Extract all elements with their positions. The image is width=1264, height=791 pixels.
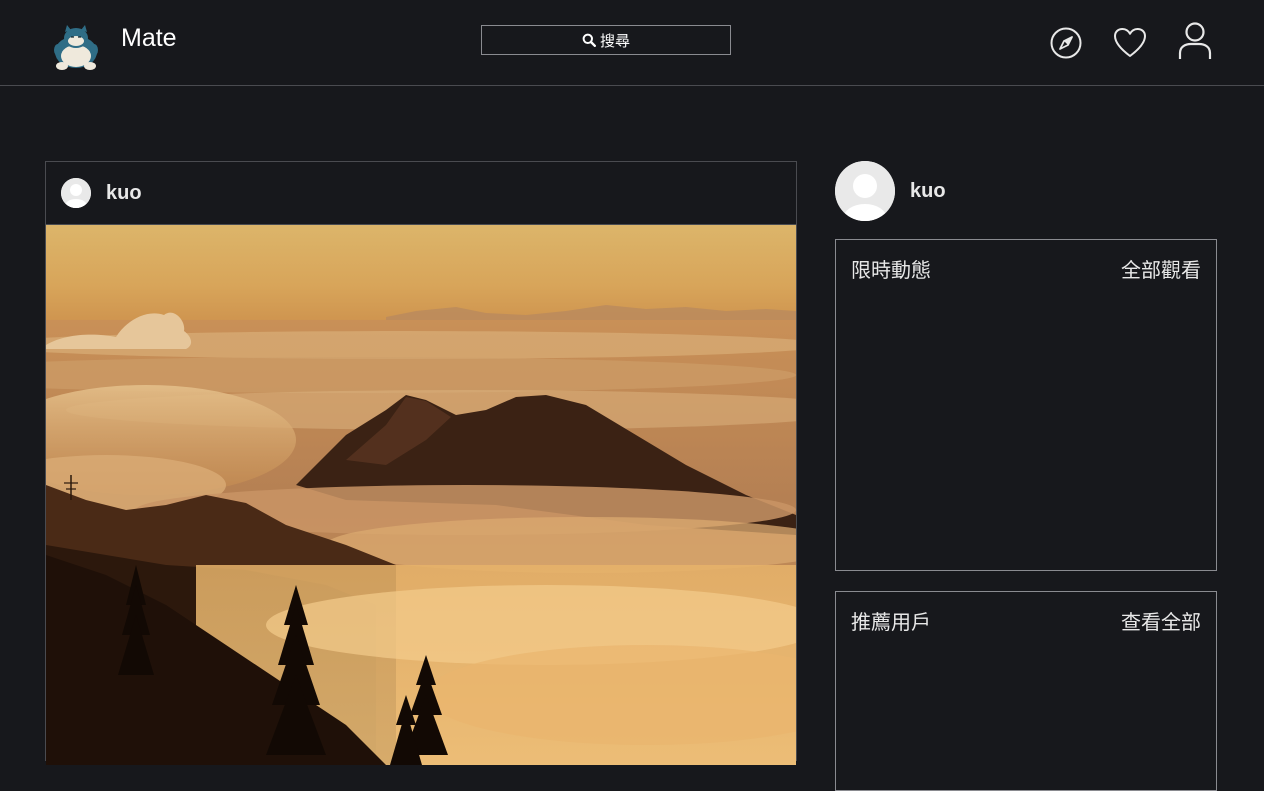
default-avatar-icon	[61, 178, 91, 208]
suggested-users-header: 推薦用戶 查看全部	[836, 592, 1216, 635]
search-icon	[582, 33, 596, 47]
avatar[interactable]	[835, 161, 895, 221]
stories-panel-header: 限時動態 全部觀看	[836, 240, 1216, 283]
profile-button[interactable]	[1176, 22, 1214, 60]
heart-icon	[1114, 28, 1146, 57]
explore-button[interactable]	[1047, 24, 1085, 62]
stories-panel: 限時動態 全部觀看	[835, 239, 1217, 571]
activity-button[interactable]	[1111, 24, 1149, 62]
post-header: kuo	[46, 162, 796, 225]
app-brand-name[interactable]: Mate	[121, 24, 177, 53]
default-avatar-icon	[835, 161, 895, 221]
stories-view-all-link[interactable]: 全部觀看	[1121, 254, 1201, 283]
suggested-users-title: 推薦用戶	[851, 612, 931, 634]
sidebar-profile: kuo	[835, 161, 946, 221]
post-username[interactable]: kuo	[106, 182, 142, 205]
suggested-users-view-all-link[interactable]: 查看全部	[1121, 606, 1201, 635]
compass-icon	[1050, 27, 1082, 59]
search-label: 搜尋	[599, 32, 630, 50]
search-box[interactable]: 搜尋	[481, 25, 731, 55]
suggested-users-panel: 推薦用戶 查看全部	[835, 591, 1217, 791]
post-image[interactable]	[46, 225, 796, 765]
stories-title: 限時動態	[851, 260, 931, 282]
top-navigation-bar: Mate 搜尋	[0, 0, 1264, 86]
avatar[interactable]	[61, 178, 91, 208]
post-card: kuo	[45, 161, 797, 765]
profile-username[interactable]: kuo	[910, 180, 946, 203]
app-logo-icon[interactable]	[50, 22, 102, 72]
user-icon	[1178, 22, 1212, 59]
